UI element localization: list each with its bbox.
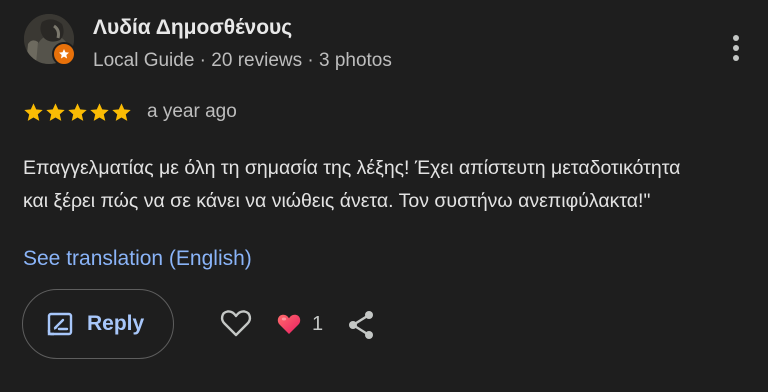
review-text-line: Επαγγελματίας με όλη τη σημασία της λέξη… xyxy=(23,157,681,179)
author-name[interactable]: Λυδία Δημοσθένους xyxy=(93,16,292,40)
share-icon[interactable] xyxy=(346,309,376,341)
author-avatar-wrapper[interactable] xyxy=(24,14,76,66)
local-guide-badge xyxy=(52,42,76,66)
reply-edit-icon xyxy=(47,312,73,336)
more-vertical-icon-dot xyxy=(733,45,739,51)
heart-filled-icon xyxy=(277,314,301,334)
review-card: Λυδία Δημοσθένους Local Guide · 20 revie… xyxy=(0,0,768,392)
star-icon xyxy=(90,102,109,121)
star-icon xyxy=(68,102,87,121)
star-rating xyxy=(23,102,132,123)
review-time: a year ago xyxy=(147,101,237,122)
more-options-button[interactable] xyxy=(726,28,746,68)
rating-row: a year ago xyxy=(23,101,237,123)
reply-label: Reply xyxy=(87,312,145,335)
review-text: Επαγγελματίας με όλη τη σημασία της λέξη… xyxy=(23,152,758,218)
reaction-count: 1 xyxy=(312,312,324,335)
see-translation-link[interactable]: See translation (English) xyxy=(23,247,252,271)
more-vertical-icon-dot xyxy=(733,55,739,61)
author-meta[interactable]: Local Guide · 20 reviews · 3 photos xyxy=(93,50,392,72)
local-guide-star-icon xyxy=(59,49,69,59)
heart-outline-icon[interactable] xyxy=(219,306,253,340)
more-vertical-icon-dot xyxy=(733,35,739,41)
reply-button[interactable]: Reply xyxy=(22,289,174,359)
star-icon xyxy=(112,102,131,121)
star-icon xyxy=(46,102,65,121)
reaction-summary[interactable]: 1 xyxy=(276,311,323,337)
star-icon xyxy=(24,102,43,121)
review-text-line: και ξέρει πώς να σε κάνει να νιώθεις άνε… xyxy=(23,190,651,212)
